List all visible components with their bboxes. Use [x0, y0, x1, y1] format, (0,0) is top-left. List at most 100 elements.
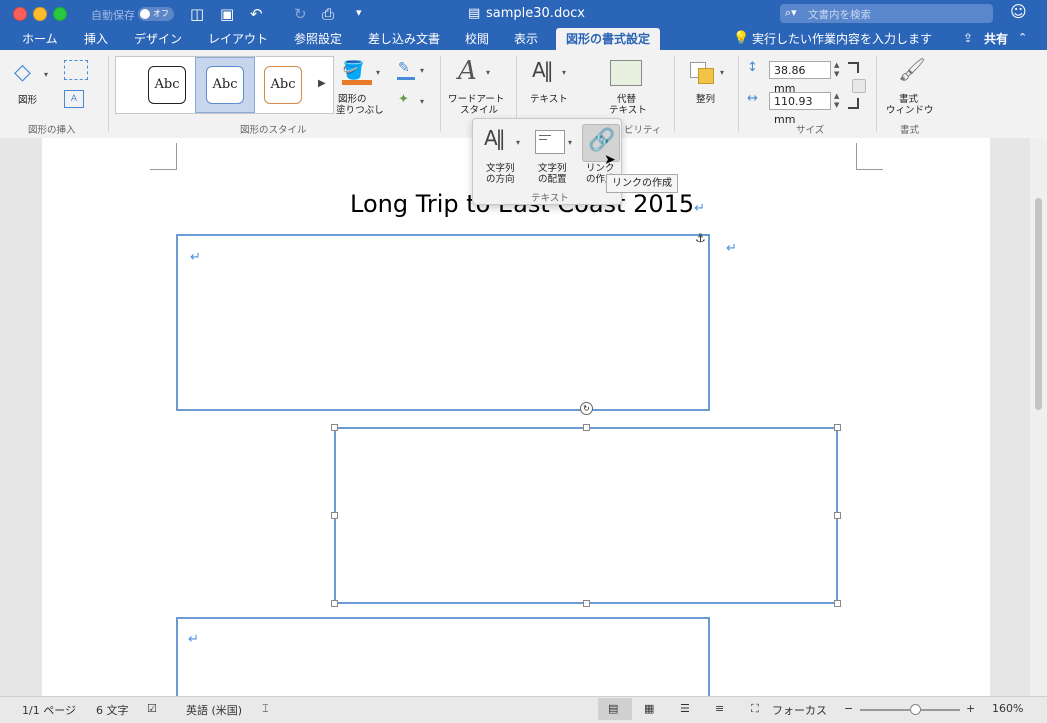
text-direction-panel-icon[interactable]: A‖: [484, 126, 506, 150]
fill-bucket-icon[interactable]: 🪣: [342, 60, 364, 81]
minimize-window-button[interactable]: [33, 7, 47, 21]
text-button-label[interactable]: テキスト: [530, 94, 568, 105]
outline-pen-icon[interactable]: ✎: [398, 60, 410, 76]
tab-view[interactable]: 表示: [504, 28, 548, 50]
text-direction-icon[interactable]: A‖: [532, 58, 554, 82]
zoom-level[interactable]: 160%: [992, 702, 1023, 715]
style-preset-black[interactable]: Abc: [148, 66, 186, 104]
collapse-ribbon-icon[interactable]: ⌃: [1018, 31, 1027, 44]
tab-home[interactable]: ホーム: [12, 28, 68, 50]
redo-icon[interactable]: ↻: [294, 6, 307, 22]
resize-handle-ne[interactable]: [834, 424, 841, 431]
text-box-shape-2-selected[interactable]: [334, 427, 838, 604]
height-icon: ↕: [747, 60, 758, 75]
macro-icon[interactable]: ⌶: [262, 702, 269, 716]
format-brush-icon[interactable]: 🖌: [898, 58, 926, 83]
text-align-label-line1: 文字列: [538, 163, 567, 174]
text-dropdown-icon[interactable]: ▾: [562, 68, 566, 77]
resize-handle-nw[interactable]: [331, 424, 338, 431]
text-box-icon[interactable]: A: [64, 90, 84, 108]
tab-layout[interactable]: レイアウト: [198, 28, 278, 50]
resize-handle-e[interactable]: [834, 512, 841, 519]
arrange-dropdown-icon[interactable]: ▾: [720, 68, 724, 77]
lock-aspect-checkbox[interactable]: [852, 79, 866, 93]
text-box-shape-1[interactable]: [176, 234, 710, 411]
focus-mode-button[interactable]: フォーカス: [772, 702, 827, 718]
resize-handle-n[interactable]: [583, 424, 590, 431]
tab-review[interactable]: 校閲: [455, 28, 499, 50]
resize-handle-se[interactable]: [834, 600, 841, 607]
language-indicator[interactable]: 英語 (米国): [186, 702, 242, 718]
proofing-icon[interactable]: ☑: [147, 702, 157, 715]
document-page[interactable]: [42, 138, 990, 696]
resize-handle-s[interactable]: [583, 600, 590, 607]
web-layout-view-icon[interactable]: ▦: [644, 702, 654, 715]
account-icon[interactable]: ☺: [1010, 4, 1027, 20]
style-preset-blue[interactable]: Abc: [206, 66, 244, 104]
scrollbar-thumb[interactable]: [1035, 198, 1042, 410]
wordart-icon[interactable]: A: [458, 56, 477, 86]
autosave-label: 自動保存: [91, 9, 135, 22]
alt-text-label-line1: 代替: [617, 94, 637, 105]
width-input[interactable]: 110.93 mm: [769, 92, 831, 126]
print-icon[interactable]: ⎙: [322, 6, 334, 22]
tell-me-box[interactable]: 実行したい作業内容を入力します: [742, 28, 942, 50]
tab-mailings[interactable]: 差し込み文書: [358, 28, 450, 50]
text-align-dropdown-icon[interactable]: ▾: [568, 138, 572, 147]
maximize-window-button[interactable]: [53, 7, 67, 21]
focus-icon[interactable]: ⛶: [751, 702, 759, 716]
shapes-dropdown-icon[interactable]: ▾: [44, 70, 48, 79]
fill-color-swatch: [342, 80, 372, 85]
rotate-handle-icon[interactable]: ↻: [580, 402, 593, 415]
zoom-out-button[interactable]: −: [844, 702, 853, 715]
fill-dropdown-icon[interactable]: ▾: [376, 68, 380, 77]
width-stepper[interactable]: ▲ ▼: [834, 92, 844, 110]
outline-dropdown-icon[interactable]: ▾: [420, 66, 424, 75]
draft-view-icon[interactable]: ≡: [715, 702, 724, 715]
word-count[interactable]: 6 文字: [96, 702, 129, 718]
alt-text-icon[interactable]: [610, 60, 642, 86]
ribbon-separator: [738, 56, 739, 132]
height-input[interactable]: 38.86 mm: [769, 61, 831, 95]
text-align-icon-line: [539, 135, 551, 136]
effects-dropdown-icon[interactable]: ▾: [420, 97, 424, 106]
gallery-next-icon[interactable]: ▶: [318, 78, 326, 89]
search-box[interactable]: ⌕▾ 文書内を検索: [780, 4, 993, 23]
body-paragraph-mark: ↵: [726, 241, 737, 256]
word-doc-icon: ▤: [468, 6, 481, 21]
wordart-dropdown-icon[interactable]: ▾: [486, 68, 490, 77]
zoom-in-button[interactable]: +: [966, 702, 975, 715]
resize-handle-w[interactable]: [331, 512, 338, 519]
text-direction-dropdown-icon[interactable]: ▾: [516, 138, 520, 147]
close-window-button[interactable]: [13, 7, 27, 21]
undo-icon[interactable]: ↶: [250, 6, 263, 22]
customize-toolbar-icon[interactable]: ▾: [356, 5, 362, 21]
page-count[interactable]: 1/1 ページ: [22, 702, 76, 718]
autosave-toggle-knob: [140, 9, 150, 19]
tab-shape-format[interactable]: 図形の書式設定: [556, 28, 661, 50]
resize-handle-sw[interactable]: [331, 600, 338, 607]
share-icon: ⇪: [963, 31, 974, 45]
height-stepper[interactable]: ▲ ▼: [834, 61, 844, 79]
create-link-tooltip: リンクの作成: [606, 174, 678, 193]
sidebar-toggle-icon[interactable]: ◫: [190, 6, 204, 22]
shapes-icon[interactable]: ◇: [14, 60, 40, 86]
edit-points-icon[interactable]: [64, 60, 88, 80]
text-direction-label-line1: 文字列: [486, 163, 515, 174]
style-preset-orange[interactable]: Abc: [264, 66, 302, 104]
alt-text-label-line2: テキスト: [609, 105, 647, 116]
format-pane-label-line1: 書式: [899, 94, 919, 105]
tab-references[interactable]: 参照設定: [284, 28, 352, 50]
share-button[interactable]: 共有: [974, 28, 1018, 50]
effects-icon[interactable]: ✦: [398, 92, 409, 107]
zoom-slider-thumb[interactable]: [910, 704, 921, 715]
save-icon[interactable]: ▣: [220, 6, 234, 22]
text-align-icon[interactable]: [535, 130, 565, 154]
outline-view-icon[interactable]: ☰: [680, 702, 690, 715]
tab-insert[interactable]: 挿入: [74, 28, 118, 50]
print-layout-view-icon[interactable]: ▤: [608, 702, 618, 715]
insert-shapes-group-label: 図形の挿入: [28, 125, 76, 136]
format-pane-label-line2: ウィンドウ: [886, 105, 934, 116]
text-box-shape-3[interactable]: [176, 617, 710, 696]
tab-design[interactable]: デザイン: [124, 28, 192, 50]
